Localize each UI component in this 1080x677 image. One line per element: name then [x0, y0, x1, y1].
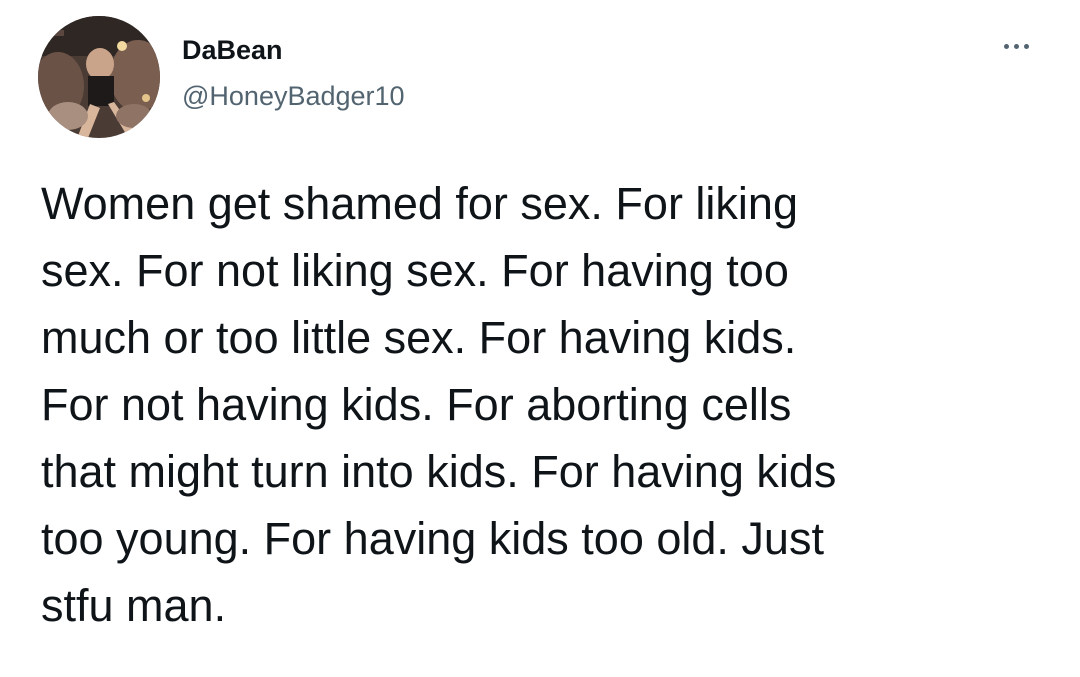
more-horizontal-icon	[1003, 43, 1009, 49]
tweet-text-line: For not having kids. For aborting cells	[41, 379, 792, 430]
tweet-text-line: that might turn into kids. For having ki…	[41, 446, 837, 497]
more-options-button[interactable]	[996, 34, 1036, 58]
more-horizontal-icon	[1023, 43, 1029, 49]
tweet-text-line: stfu man.	[41, 580, 227, 631]
tweet-text: Women get shamed for sex. For liking sex…	[41, 170, 1051, 639]
tweet-text-line: sex. For not liking sex. For having too	[41, 245, 789, 296]
author-display-name[interactable]: DaBean	[182, 33, 283, 67]
tweet-text-line: much or too little sex. For having kids.	[41, 312, 797, 363]
tweet-text-line: too young. For having kids too old. Just	[41, 513, 824, 564]
avatar[interactable]	[38, 16, 160, 138]
tweet-card: DaBean @HoneyBadger10 Women get shamed f…	[0, 0, 1080, 677]
profile-photo-icon	[38, 16, 160, 138]
more-horizontal-icon	[1013, 43, 1019, 49]
author-handle[interactable]: @HoneyBadger10	[182, 79, 405, 113]
tweet-text-line: Women get shamed for sex. For liking	[41, 178, 798, 229]
